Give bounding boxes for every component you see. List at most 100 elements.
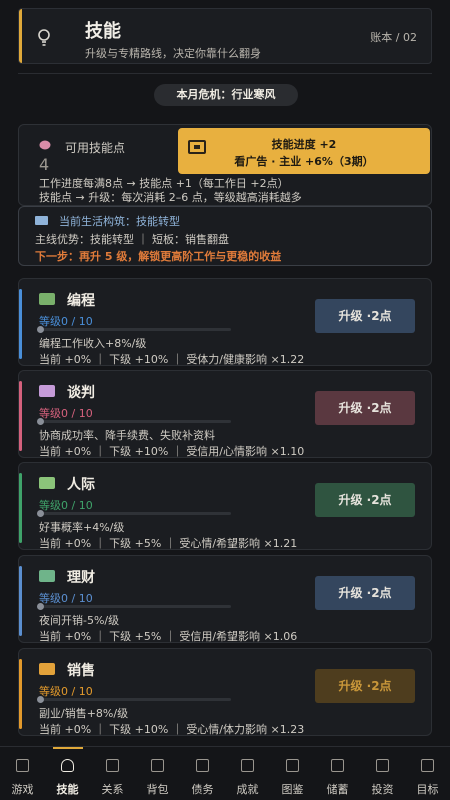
nav-label: 关系 [101, 783, 124, 796]
nav-label: 图鉴 [281, 783, 304, 796]
skill-card-programming: 编程 等级0 / 10 编程工作收入+8%/级 当前 +0% ｜ 下级 +10%… [18, 278, 432, 366]
card-icon [196, 759, 209, 772]
skill-color-bar [19, 659, 22, 729]
skill-progress-track [37, 696, 231, 703]
skill-name: 销售 [67, 663, 95, 679]
star-icon [421, 759, 434, 772]
skill-progress-knob [37, 696, 44, 703]
skill-color-bar [19, 289, 22, 359]
nav-item-7[interactable]: 储蓄 [315, 747, 360, 800]
skill-effect: 副业/销售+8%/级 [39, 707, 129, 720]
home-icon [16, 759, 29, 772]
lifestyle-build-card: 当前生活构筑：技能转型 主线优势：技能转型 ｜ 短板：销售翻盘 下一步：再升 5… [18, 206, 432, 266]
chart-icon [376, 759, 389, 772]
skill-progress-track [37, 510, 231, 517]
skill-name: 谈判 [67, 385, 95, 401]
header-accent-bar [19, 9, 22, 63]
skill-card-social: 人际 等级0 / 10 好事概率+4%/级 当前 +0% ｜ 下级 +5% ｜ … [18, 462, 432, 550]
skill-effect: 协商成功率、降手续费、失败补资料 [39, 429, 215, 442]
ad-button-subtitle: 看广告 · 主业 +6%（3期） [234, 155, 374, 168]
nav-label: 技能 [56, 783, 79, 796]
watch-ad-button[interactable]: 技能进度 +2 看广告 · 主业 +6%（3期） [178, 128, 430, 174]
book-icon [286, 759, 299, 772]
skill-level: 等级0 / 10 [39, 685, 93, 698]
skill-upgrade-button[interactable]: 升级 ·2点 [315, 669, 415, 703]
skill-level: 等级0 / 10 [39, 499, 93, 512]
skill-progress-knob [37, 603, 44, 610]
lifestyle-strengths: 主线优势：技能转型 ｜ 短板：销售翻盘 [35, 233, 229, 246]
skill-card-negotiation: 谈判 等级0 / 10 协商成功率、降手续费、失败补资料 当前 +0% ｜ 下级… [18, 370, 432, 458]
nav-label: 游戏 [11, 783, 34, 796]
people-icon [39, 477, 55, 489]
skill-stats: 当前 +0% ｜ 下级 +5% ｜ 受信用/希望影响 ×1.06 [39, 630, 298, 643]
skill-stats: 当前 +0% ｜ 下级 +10% ｜ 受体力/健康影响 ×1.22 [39, 353, 305, 366]
heart-icon [106, 759, 119, 772]
skill-progress-track [37, 603, 231, 610]
nav-item-6[interactable]: 图鉴 [270, 747, 315, 800]
page-title: 技能 [85, 21, 121, 42]
chart-up-icon [39, 570, 55, 582]
skill-color-bar [19, 473, 22, 543]
bank-icon [331, 759, 344, 772]
skill-upgrade-button[interactable]: 升级 ·2点 [315, 483, 415, 517]
skill-card-finance: 理财 等级0 / 10 夜间开销-5%/级 当前 +0% ｜ 下级 +5% ｜ … [18, 555, 432, 643]
skill-name: 理财 [67, 570, 95, 586]
nav-label: 债务 [191, 783, 214, 796]
lifestyle-next-step: 下一步：再升 5 级，解锁更高阶工作与更稳的收益 [35, 250, 282, 263]
header-divider [18, 73, 432, 74]
nav-item-4[interactable]: 债务 [180, 747, 225, 800]
skill-progress-track [37, 326, 231, 333]
page-header: 技能 升级与专精路线，决定你靠什么翻身 账本 / 02 [18, 8, 432, 64]
skill-progress-knob [37, 326, 44, 333]
skill-upgrade-button[interactable]: 升级 ·2点 [315, 391, 415, 425]
skill-points-rule-2: 技能点 → 升级：每次消耗 2–6 点，等级越高消耗越多 [39, 191, 302, 204]
nav-label: 储蓄 [326, 783, 349, 796]
nav-label: 背包 [146, 783, 169, 796]
skill-effect: 好事概率+4%/级 [39, 521, 125, 534]
skill-color-bar [19, 381, 22, 451]
ad-button-title: 技能进度 +2 [271, 138, 337, 151]
mail-icon [35, 216, 48, 225]
monthly-crisis-badge: 本月危机：行业寒风 [154, 84, 298, 106]
nav-item-0[interactable]: 游戏 [0, 747, 45, 800]
skill-upgrade-button[interactable]: 升级 ·2点 [315, 576, 415, 610]
ledger-page-indicator: 账本 / 02 [370, 31, 417, 44]
skill-points-value: 4 [39, 155, 50, 174]
skill-level: 等级0 / 10 [39, 315, 93, 328]
skill-stats: 当前 +0% ｜ 下级 +5% ｜ 受心情/希望影响 ×1.21 [39, 537, 298, 550]
nav-label: 投资 [371, 783, 394, 796]
skill-progress-knob [37, 510, 44, 517]
skill-stats: 当前 +0% ｜ 下级 +10% ｜ 受信用/心情影响 ×1.10 [39, 445, 305, 458]
nav-label: 成就 [236, 783, 259, 796]
nav-item-8[interactable]: 投资 [360, 747, 405, 800]
skill-card-sales: 销售 等级0 / 10 副业/销售+8%/级 当前 +0% ｜ 下级 +10% … [18, 648, 432, 736]
money-icon [39, 293, 55, 305]
backpack-icon [151, 759, 164, 772]
nav-label: 目标 [416, 783, 439, 796]
trophy-icon [241, 759, 254, 772]
skill-points-label: 可用技能点 [65, 141, 126, 155]
lightbulb-icon [38, 29, 50, 46]
tag-icon [39, 663, 55, 675]
lifestyle-title: 当前生活构筑：技能转型 [59, 215, 180, 228]
skill-level: 等级0 / 10 [39, 407, 93, 420]
skill-color-bar [19, 566, 22, 636]
skill-effect: 编程工作收入+8%/级 [39, 337, 147, 350]
skill-name: 编程 [67, 293, 95, 309]
skill-progress-knob [37, 418, 44, 425]
lightbulb-icon [61, 759, 74, 772]
nav-item-1[interactable]: 技能 [45, 747, 90, 800]
nav-item-9[interactable]: 目标 [405, 747, 450, 800]
skill-progress-track [37, 418, 231, 425]
nav-item-3[interactable]: 背包 [135, 747, 180, 800]
skill-effect: 夜间开销-5%/级 [39, 614, 120, 627]
skill-name: 人际 [67, 477, 95, 493]
bottom-nav: 游戏 技能 关系 背包 债务 成就 图鉴 储蓄 投资 目标 [0, 746, 450, 800]
skill-stats: 当前 +0% ｜ 下级 +10% ｜ 受心情/体力影响 ×1.23 [39, 723, 305, 736]
skill-upgrade-button[interactable]: 升级 ·2点 [315, 299, 415, 333]
brain-icon [39, 140, 51, 153]
nav-item-5[interactable]: 成就 [225, 747, 270, 800]
nav-item-2[interactable]: 关系 [90, 747, 135, 800]
page-subtitle: 升级与专精路线，决定你靠什么翻身 [85, 47, 261, 60]
skill-level: 等级0 / 10 [39, 592, 93, 605]
